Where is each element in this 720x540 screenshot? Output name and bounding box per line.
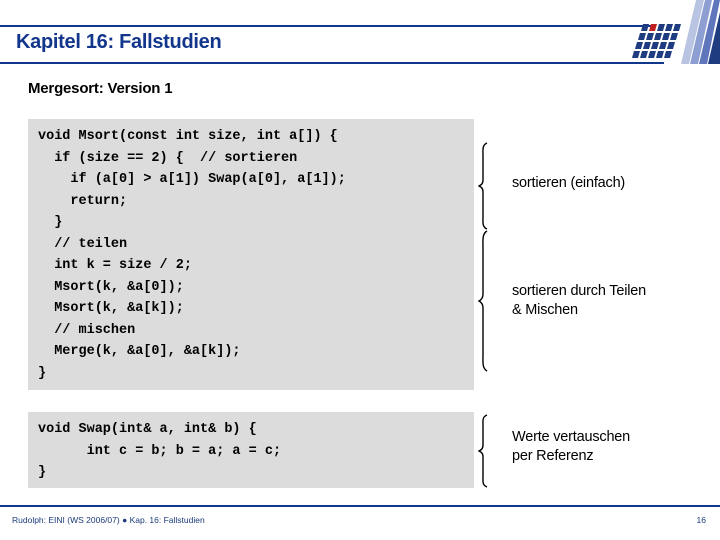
university-logo-icon <box>632 0 720 64</box>
code-block-msort: void Msort(const int size, int a[]) { if… <box>28 119 474 390</box>
footer-text: Rudolph: EINI (WS 2006/07) ● Kap. 16: Fa… <box>12 515 205 525</box>
slide-canvas: Kapitel 16: Fallstudien Mergesort: Versi… <box>0 0 720 540</box>
footer-page-number: 16 <box>696 515 706 525</box>
annotation-sortieren-einfach: sortieren (einfach) <box>512 175 626 191</box>
footer-rule <box>0 505 720 507</box>
brace-sortieren-einfach-icon <box>477 142 500 230</box>
university-logo <box>624 0 720 64</box>
header-rule-bottom <box>0 62 664 64</box>
code-block-swap: void Swap(int& a, int& b) { int c = b; b… <box>28 412 474 488</box>
slide-subtitle: Mergesort: Version 1 <box>28 80 173 97</box>
brace-sortieren-teilen-icon <box>477 230 500 372</box>
annotation-sortieren-teilen: sortieren durch Teilen & Mischen <box>512 283 646 318</box>
brace-werte-vertauschen-icon <box>477 414 500 488</box>
header-rule-top <box>0 25 652 27</box>
page-title: Kapitel 16: Fallstudien <box>16 31 222 53</box>
annotation-werte-vertauschen: Werte vertauschen per Referenz <box>512 429 631 464</box>
